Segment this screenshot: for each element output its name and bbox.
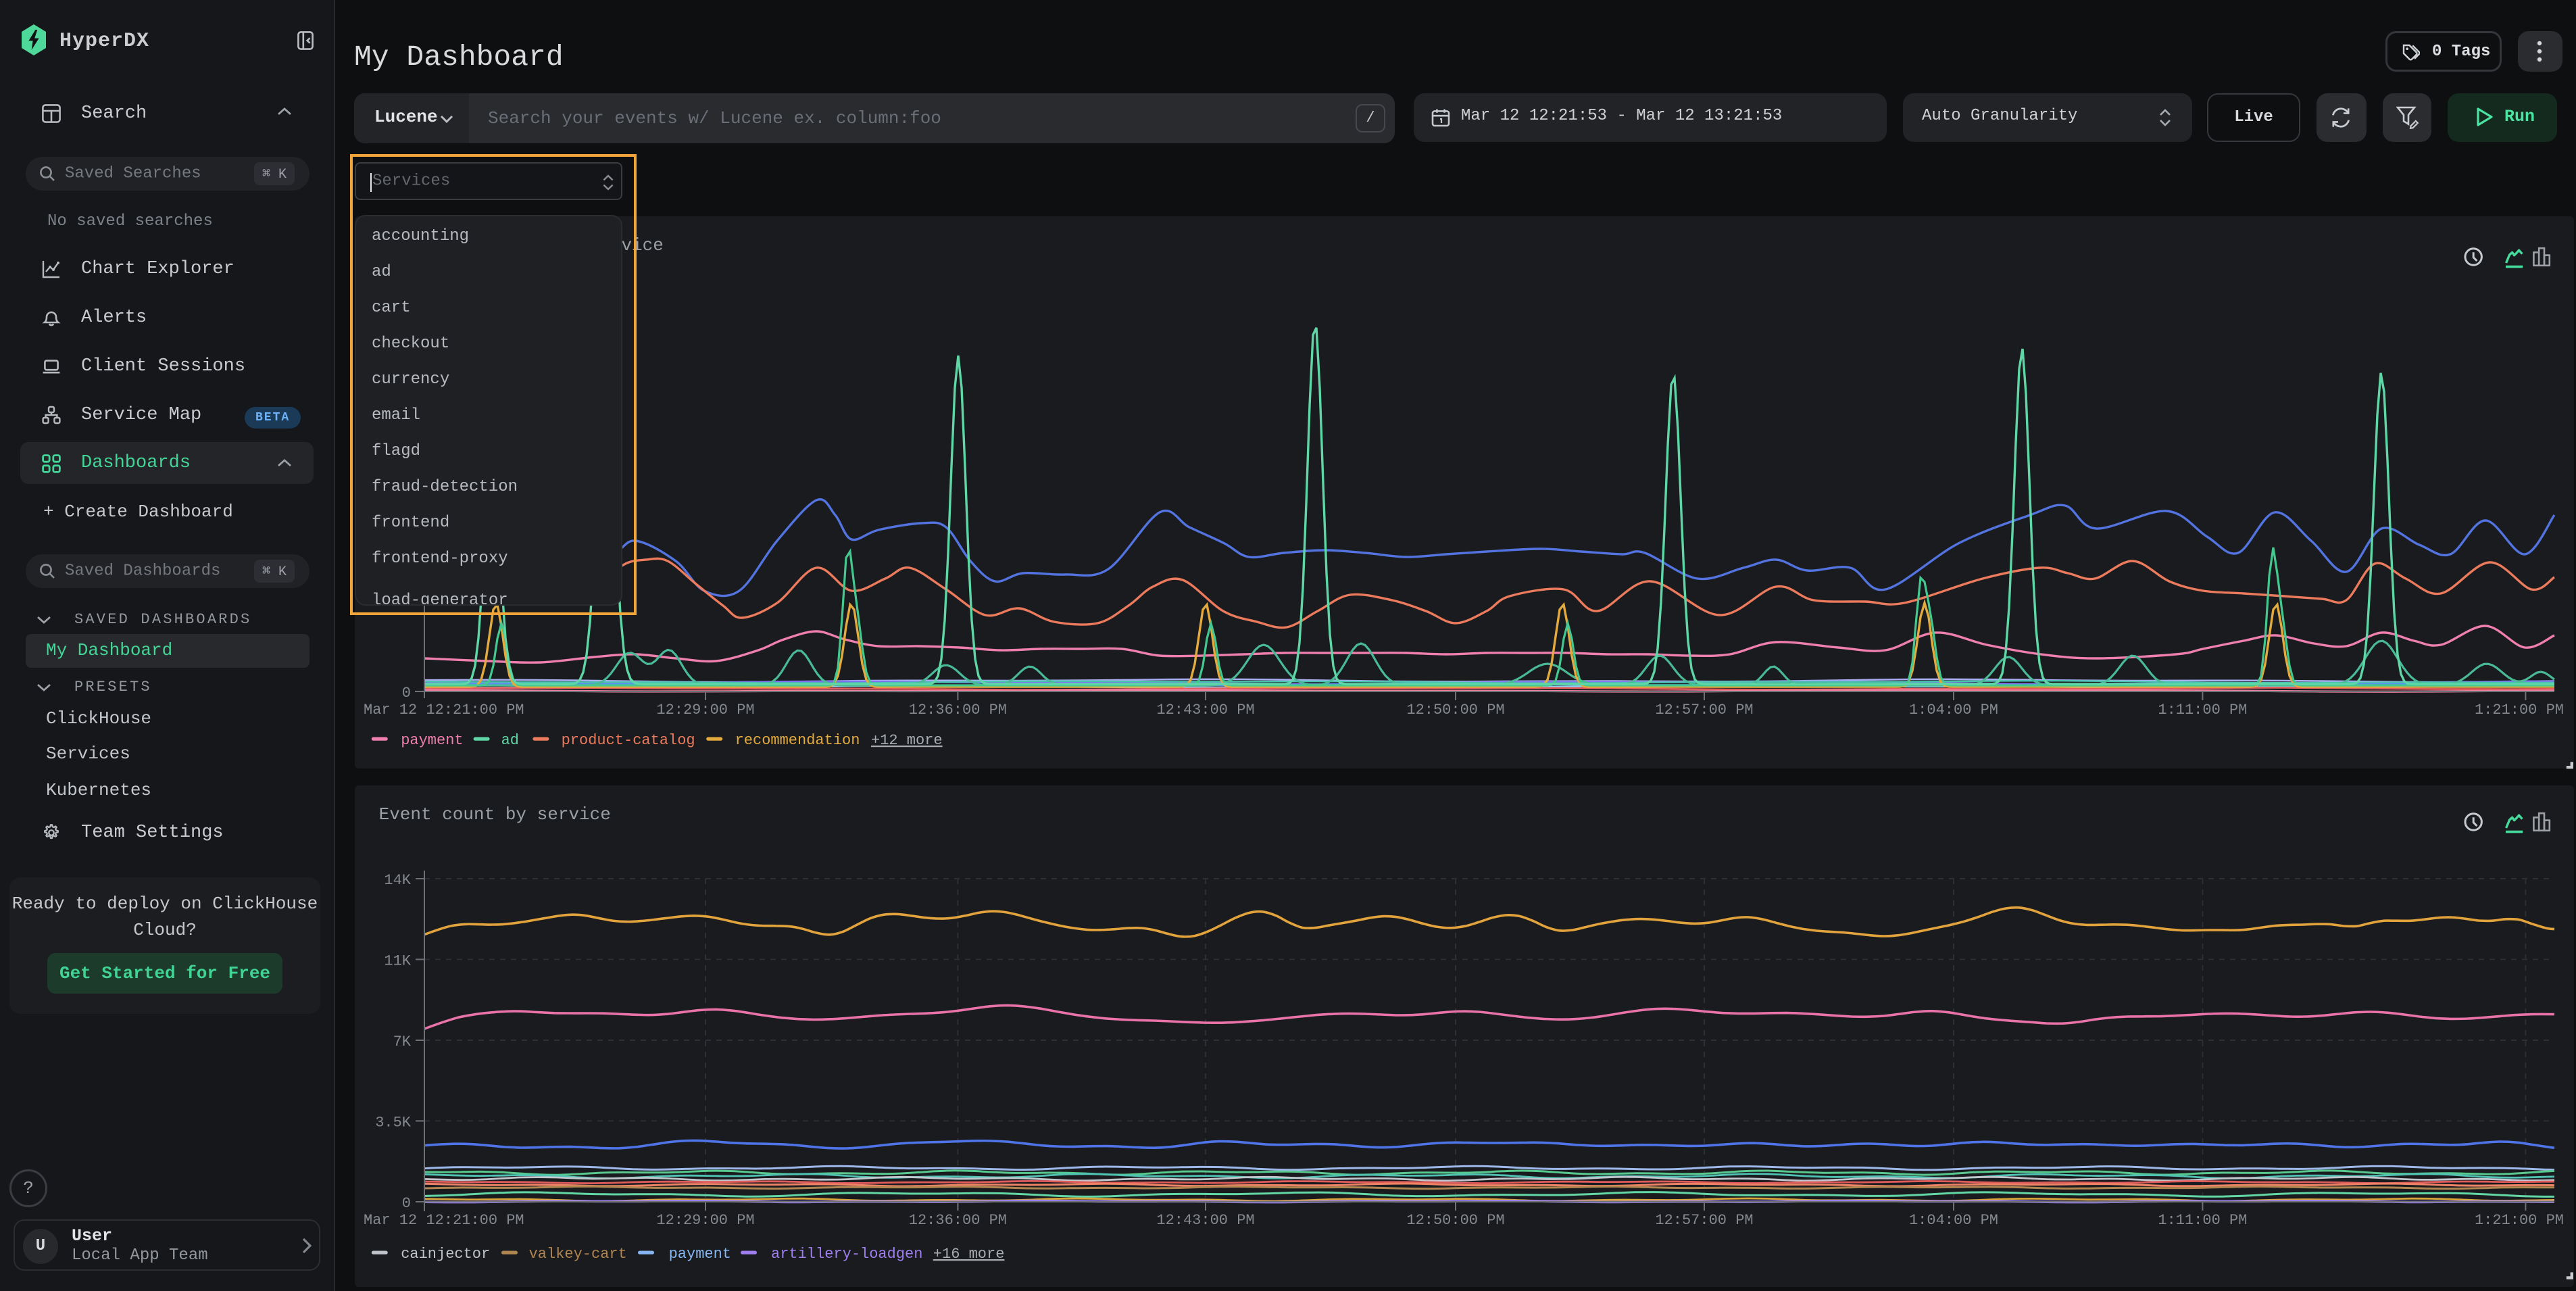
- svg-text:payment: payment: [401, 732, 463, 749]
- svg-text:1:04:00 PM: 1:04:00 PM: [1909, 1212, 1998, 1229]
- svg-text:12:36:00 PM: 12:36:00 PM: [909, 1212, 1007, 1229]
- svg-text:ad: ad: [501, 732, 519, 749]
- svg-text:14K: 14K: [384, 872, 411, 889]
- svg-text:1:21:00 PM: 1:21:00 PM: [2475, 1212, 2564, 1229]
- svg-text:cainjector: cainjector: [401, 1246, 490, 1263]
- svg-text:12:29:00 PM: 12:29:00 PM: [656, 702, 754, 718]
- svg-text:recommendation: recommendation: [735, 732, 860, 749]
- svg-text:12:50:00 PM: 12:50:00 PM: [1406, 702, 1504, 718]
- svg-text:1:11:00 PM: 1:11:00 PM: [2158, 702, 2247, 718]
- svg-text:12:43:00 PM: 12:43:00 PM: [1156, 1212, 1254, 1229]
- svg-text:0: 0: [402, 1195, 411, 1212]
- svg-text:Mar 12 12:21:00 PM: Mar 12 12:21:00 PM: [364, 1212, 524, 1229]
- svg-text:12:36:00 PM: 12:36:00 PM: [909, 702, 1007, 718]
- svg-text:3.5K: 3.5K: [375, 1114, 412, 1131]
- svg-text:1:04:00 PM: 1:04:00 PM: [1909, 702, 1998, 718]
- svg-text:0: 0: [402, 685, 411, 702]
- svg-text:1:21:00 PM: 1:21:00 PM: [2475, 702, 2564, 718]
- svg-text:artillery-loadgen: artillery-loadgen: [771, 1246, 922, 1263]
- svg-text:Mar 12 12:21:00 PM: Mar 12 12:21:00 PM: [364, 702, 524, 718]
- svg-text:payment: payment: [669, 1246, 731, 1263]
- svg-text:valkey-cart: valkey-cart: [529, 1246, 627, 1263]
- svg-text:12:43:00 PM: 12:43:00 PM: [1156, 702, 1254, 718]
- svg-text:11K: 11K: [384, 952, 411, 969]
- svg-text:1:11:00 PM: 1:11:00 PM: [2158, 1212, 2247, 1229]
- svg-text:12:29:00 PM: 12:29:00 PM: [656, 1212, 754, 1229]
- svg-text:12:50:00 PM: 12:50:00 PM: [1406, 1212, 1504, 1229]
- svg-text:7K: 7K: [393, 1033, 412, 1050]
- svg-text:12:57:00 PM: 12:57:00 PM: [1655, 702, 1753, 718]
- svg-text:+16 more: +16 more: [933, 1246, 1005, 1263]
- svg-text:+12 more: +12 more: [871, 732, 943, 749]
- svg-text:product-catalog: product-catalog: [562, 732, 695, 749]
- svg-text:12:57:00 PM: 12:57:00 PM: [1655, 1212, 1753, 1229]
